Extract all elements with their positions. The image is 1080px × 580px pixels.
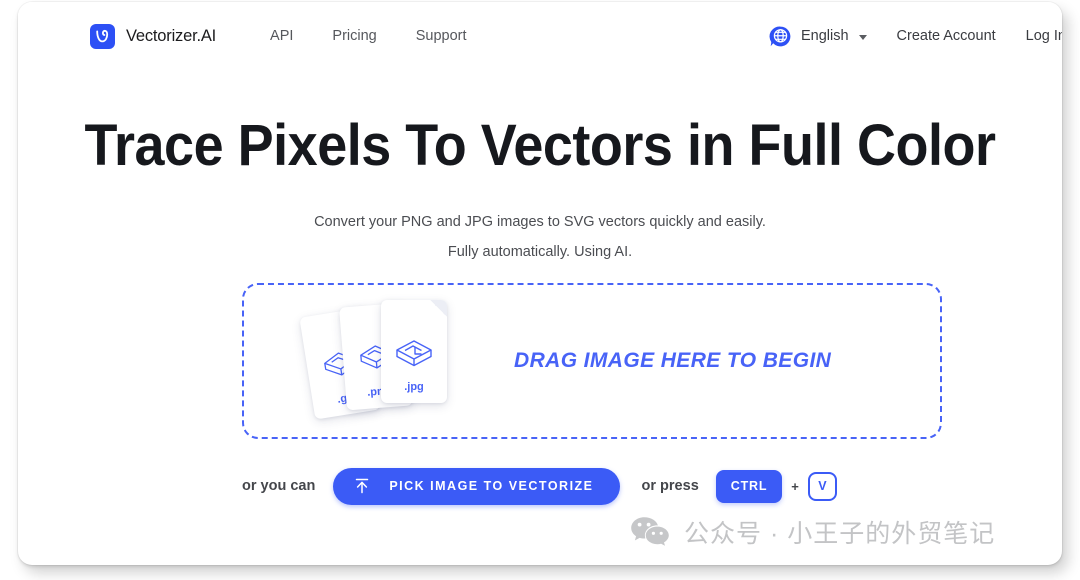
- create-account-link[interactable]: Create Account: [897, 28, 996, 44]
- upload-icon: [353, 477, 371, 495]
- nav-item-pricing[interactable]: Pricing: [332, 28, 376, 44]
- key-plus-separator: +: [791, 478, 799, 494]
- language-label: English: [800, 28, 849, 44]
- page-subtitle-line1: Convert your PNG and JPG images to SVG v…: [314, 214, 766, 230]
- chevron-down-icon: [858, 34, 867, 40]
- browser-page-card: Vectorizer.AI API Pricing Support Englis…: [18, 2, 1062, 565]
- key-v[interactable]: V: [807, 471, 837, 501]
- site-header: Vectorizer.AI API Pricing Support Englis…: [18, 2, 1062, 70]
- watermark: 公众号 · 小王子的外贸笔记: [630, 514, 995, 550]
- login-link[interactable]: Log In: [1026, 28, 1062, 44]
- language-selector[interactable]: English: [769, 25, 867, 48]
- page-fold-corner: [430, 300, 447, 317]
- file-card-label: .jpg: [404, 381, 424, 393]
- nav-item-support[interactable]: Support: [416, 28, 467, 44]
- pick-image-button-label: PICK IMAGE TO VECTORIZE: [389, 479, 594, 493]
- or-press-label: or press: [641, 478, 699, 494]
- brand-logo[interactable]: Vectorizer.AI: [90, 23, 217, 49]
- image-file-icon: [393, 336, 435, 377]
- brand-name: Vectorizer.AI: [126, 26, 217, 45]
- wechat-icon: [630, 515, 670, 549]
- image-dropzone[interactable]: .gif .png: [242, 283, 942, 439]
- vectorizer-v-logo-icon: [90, 23, 115, 49]
- pick-image-button[interactable]: PICK IMAGE TO VECTORIZE: [333, 467, 620, 505]
- page-title: Trace Pixels To Vectors in Full Color: [84, 113, 996, 178]
- file-card-jpg: .jpg: [381, 300, 447, 403]
- page-subtitle: Convert your PNG and JPG images to SVG v…: [18, 207, 1062, 267]
- header-right-group: English Create Account Log In: [769, 2, 1062, 70]
- action-row: or you can PICK IMAGE TO VECTORIZE or pr…: [242, 466, 942, 506]
- main-nav: API Pricing Support: [270, 28, 467, 44]
- dropzone-prompt: DRAG IMAGE HERE TO BEGIN: [514, 349, 832, 372]
- or-you-can-label: or you can: [242, 478, 316, 494]
- screen: Vectorizer.AI API Pricing Support Englis…: [0, 0, 1080, 580]
- globe-icon: [769, 25, 792, 48]
- key-ctrl[interactable]: CTRL: [715, 469, 783, 503]
- watermark-text: 公众号 · 小王子的外贸笔记: [684, 520, 996, 548]
- nav-item-api[interactable]: API: [270, 28, 293, 44]
- file-type-illustration: .gif .png: [299, 300, 477, 420]
- page-subtitle-line2: Fully automatically. Using AI.: [447, 244, 633, 260]
